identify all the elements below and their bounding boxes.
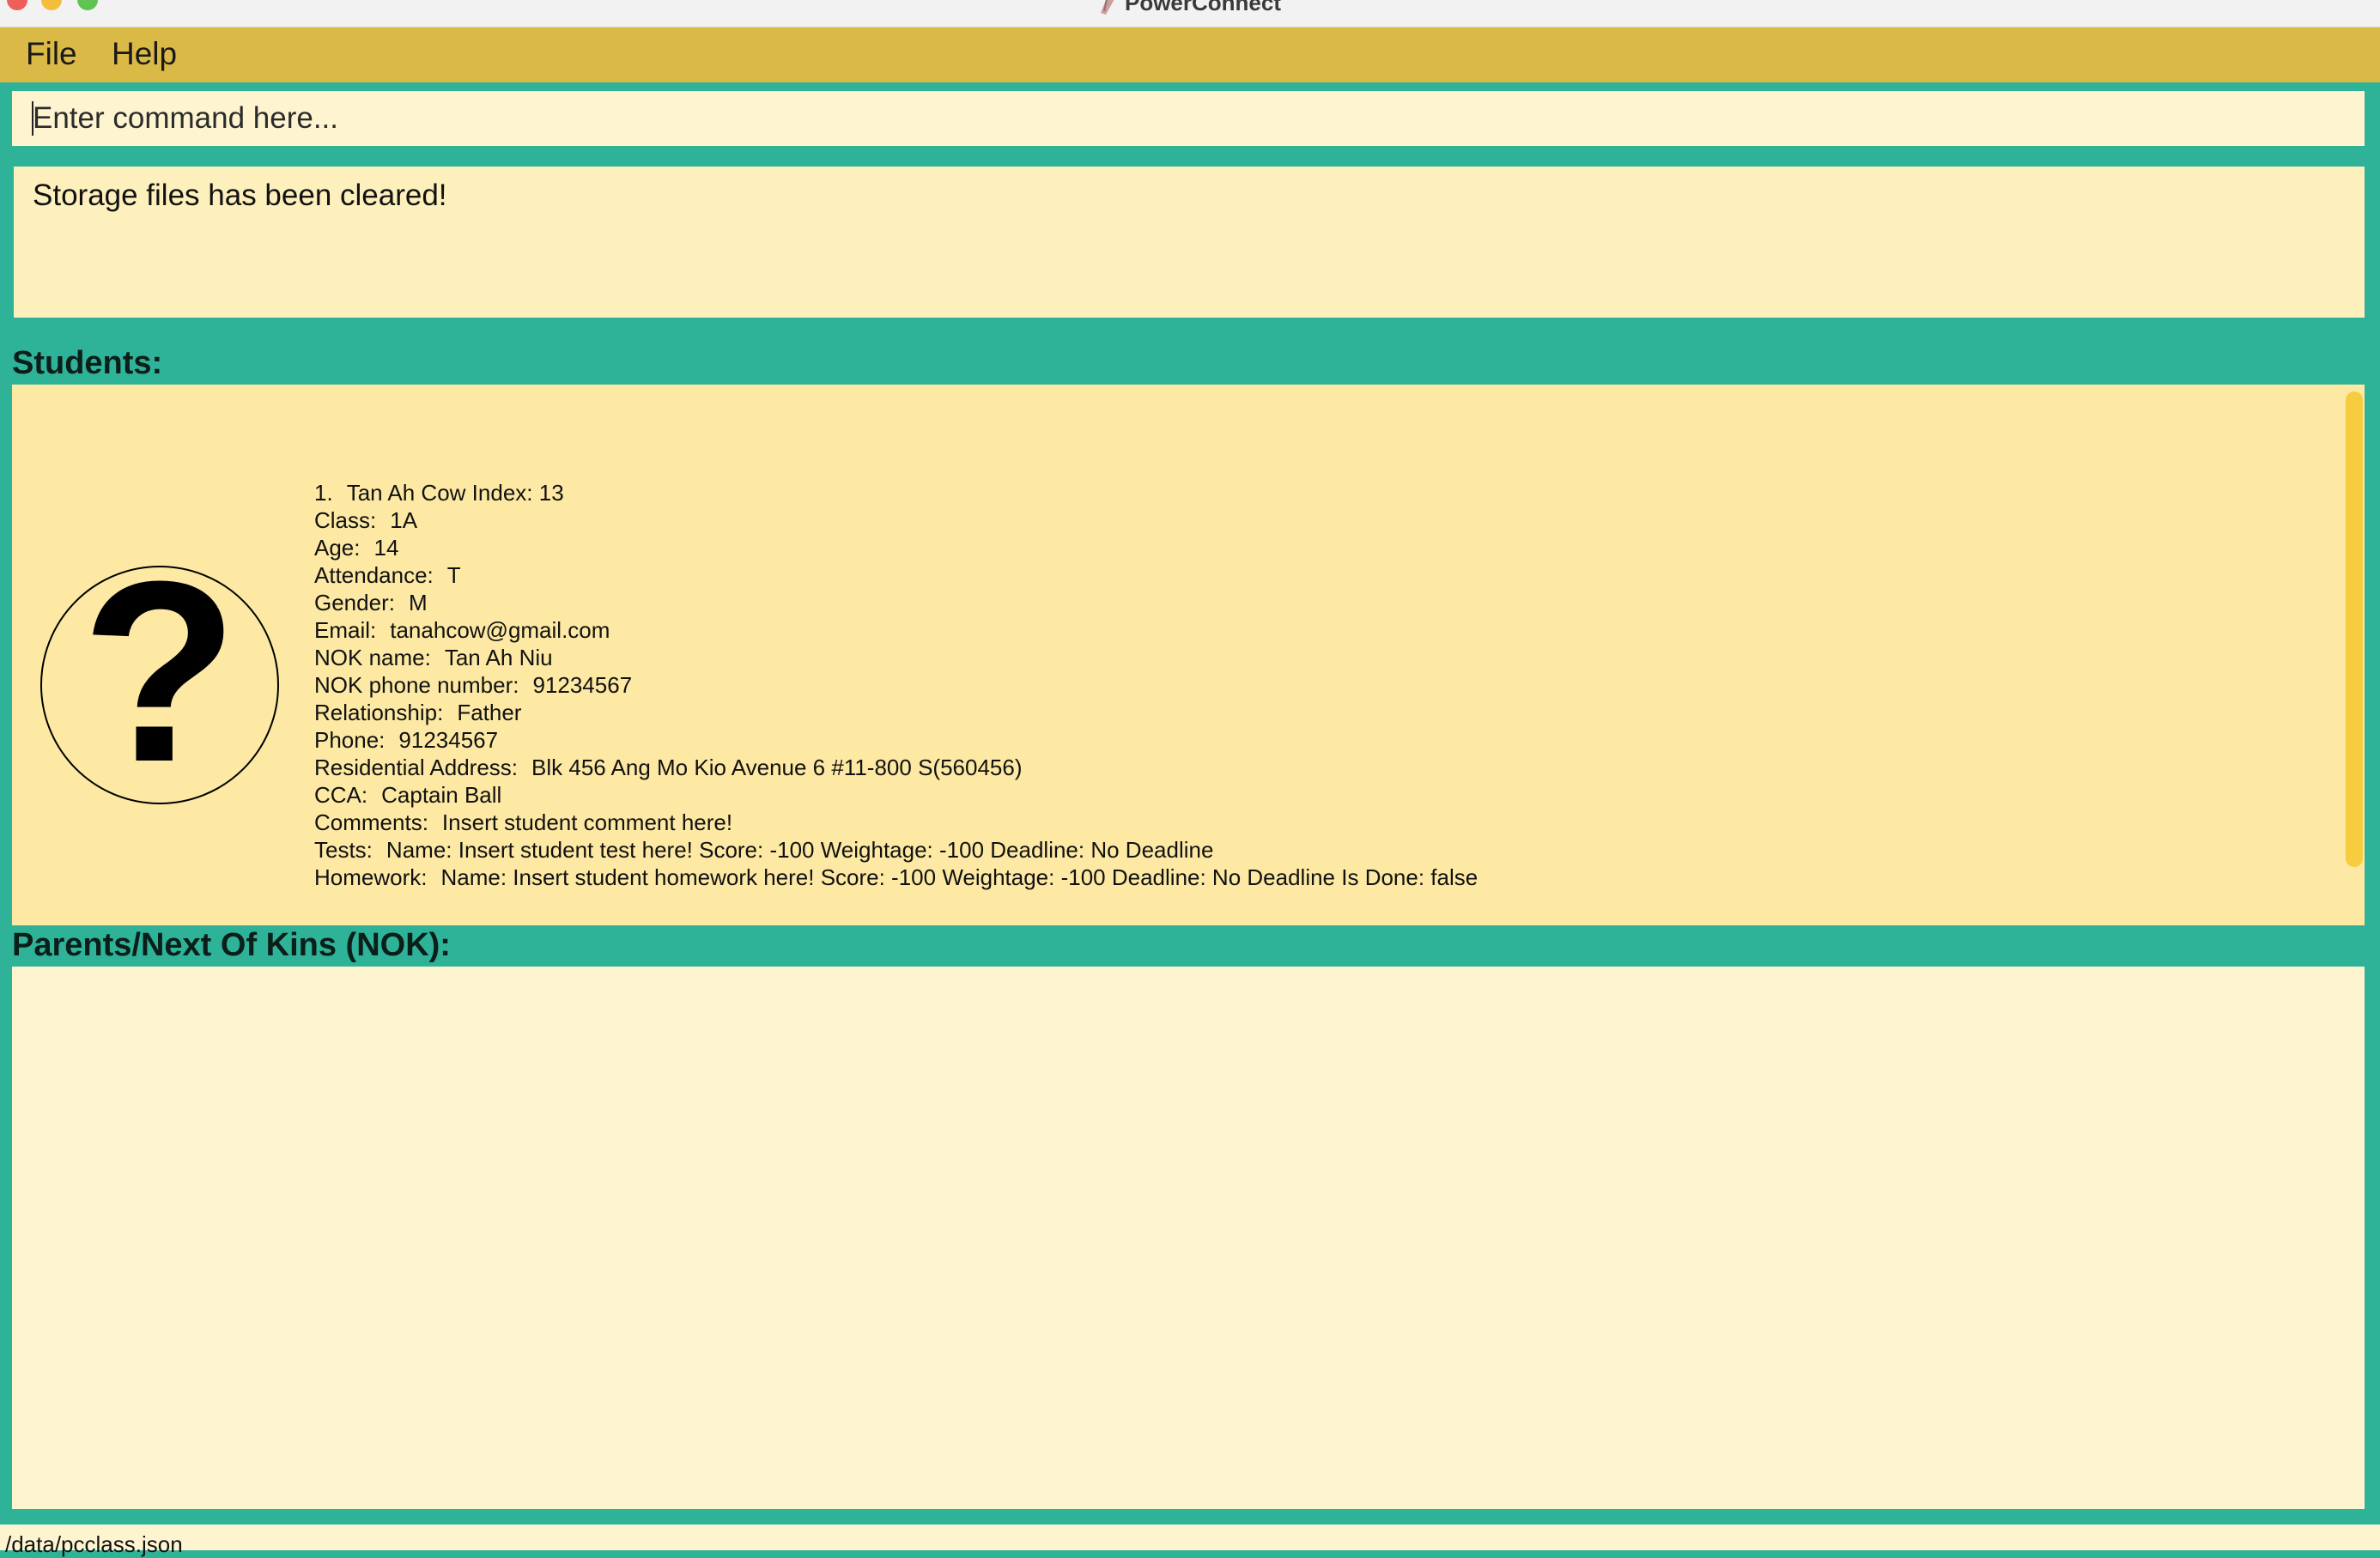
age-label: Age: [314,535,361,561]
student-name: Tan Ah Cow [346,480,466,506]
nok-phone-label: NOK phone number: [314,672,519,698]
menu-bar: File Help [0,27,2380,82]
student-cca-row: CCA: Captain Ball [314,781,1478,809]
address-label: Residential Address: [314,755,519,780]
gender-label: Gender: [314,590,395,615]
student-class-row: Class: 1A [314,506,1478,534]
student-age-row: Age: 14 [314,534,1478,561]
result-display: Storage files has been cleared! [14,167,2365,318]
student-attendance: T [446,562,461,588]
students-heading: Students: [12,345,163,381]
student-header-row: 1. Tan Ah Cow Index: 13 [314,479,1478,506]
status-bar: /data/pcclass.json [0,1525,2380,1557]
student-tests: Name: Insert student test here! Score: -… [386,837,1214,863]
relationship-label: Relationship: [314,700,444,725]
nok-name-label: NOK name: [314,645,431,670]
student-relationship: Father [457,700,522,725]
student-phone-row: Phone: 91234567 [314,726,1478,754]
student-class: 1A [390,507,418,533]
student-gender: M [408,590,428,615]
command-input[interactable] [12,91,2365,146]
student-email: tanahcow@gmail.com [390,617,610,643]
student-index-label: Index: [471,480,533,506]
homework-label: Homework: [314,864,428,890]
student-cca: Captain Ball [381,782,502,808]
student-homework-row: Homework: Name: Insert student homework h… [314,864,1478,891]
student-homework: Name: Insert student homework here! Scor… [440,864,1478,890]
parent-list-panel[interactable] [12,967,2365,1509]
student-address-row: Residential Address: Blk 456 Ang Mo Kio A… [314,754,1478,781]
phone-label: Phone: [314,727,386,753]
menu-file[interactable]: File [26,36,77,72]
student-tests-row: Tests: Name: Insert student test here! Sc… [314,836,1478,864]
email-label: Email: [314,617,377,643]
student-email-row: Email: tanahcow@gmail.com [314,616,1478,644]
student-number: 1. [314,480,333,506]
comments-label: Comments: [314,809,428,835]
student-nok-name-row: NOK name: Tan Ah Niu [314,644,1478,671]
attendance-label: Attendance: [314,562,434,588]
storage-path: /data/pcclass.json [5,1531,183,1557]
parents-heading: Parents/Next Of Kins (NOK): [12,927,451,963]
student-gender-row: Gender: M [314,589,1478,616]
cca-label: CCA: [314,782,368,808]
student-attendance-row: Attendance: T [314,561,1478,589]
student-photo-placeholder-icon: ? [40,565,279,805]
tests-label: Tests: [314,837,373,863]
student-address: Blk 456 Ang Mo Kio Avenue 6 #11-800 S(56… [531,755,1023,780]
student-nok-phone: 91234567 [532,672,633,698]
menu-help[interactable]: Help [112,36,177,72]
text-caret [32,101,33,136]
student-nok-phone-row: NOK phone number: 91234567 [314,671,1478,699]
student-relationship-row: Relationship: Father [314,699,1478,726]
title-bar: PowerConnect [0,0,2380,27]
student-phone: 91234567 [398,727,499,753]
window-title-group: PowerConnect [0,0,2380,16]
svg-text:?: ? [81,565,238,805]
window-title: PowerConnect [1124,0,1282,15]
student-index: 13 [538,480,564,506]
class-label: Class: [314,507,377,533]
student-card[interactable]: 1. Tan Ah Cow Index: 13 Class: 1A Age: 14 A… [314,479,1478,891]
student-age: 14 [373,535,399,561]
app-icon [1100,0,1114,15]
student-list-scrollbar[interactable] [2346,391,2363,867]
student-comments-row: Comments: Insert student comment here! [314,809,1478,836]
student-nok-name: Tan Ah Niu [444,645,553,670]
student-comments: Insert student comment here! [441,809,733,835]
